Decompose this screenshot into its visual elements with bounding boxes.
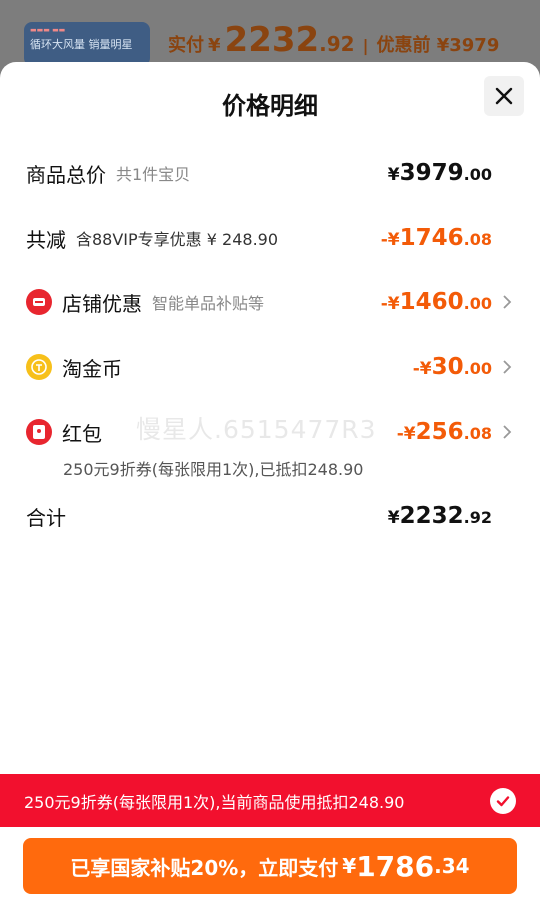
red-packet-icon <box>26 419 52 445</box>
row-shop-discount[interactable]: 店铺优惠 智能单品补贴等 -¥ 1460 .00 <box>26 287 512 317</box>
row-total-price: 商品总价 共1件宝贝 ¥ 3979 .00 <box>26 158 512 188</box>
amount-currency: ¥ <box>387 508 400 528</box>
check-icon[interactable] <box>490 787 516 814</box>
amount-currency: ¥ <box>387 165 400 185</box>
row-label: 合计 <box>26 505 66 530</box>
sheet-title: 价格明细 <box>222 92 318 120</box>
amount-decimal: .08 <box>463 230 492 249</box>
pay-button-integer: 1786 <box>356 849 435 883</box>
amount-integer: 30 <box>431 354 464 380</box>
pay-decimal: .92 <box>319 32 355 56</box>
amount-integer: 1746 <box>399 225 464 251</box>
amount-decimal: .00 <box>463 294 492 313</box>
amount: -¥ 256 .08 <box>397 419 492 445</box>
coupon-selection-bar[interactable]: 250元9折券(每张限用1次),当前商品使用抵扣248.90 <box>0 774 540 827</box>
amount: -¥ 1746 .08 <box>381 225 492 251</box>
amount-currency: -¥ <box>412 359 432 379</box>
amount-decimal: .00 <box>463 165 492 184</box>
amount-integer: 1460 <box>399 289 464 315</box>
separator: | <box>362 36 369 55</box>
chevron-right-icon <box>496 425 512 439</box>
shop-icon <box>26 289 52 315</box>
price-detail-sheet: 价格明细 商品总价 共1件宝贝 ¥ 3979 .00 共减 含88VIP专享优惠… <box>0 62 540 916</box>
pay-currency: ¥ <box>208 35 221 56</box>
row-label: 店铺优惠 <box>62 291 142 316</box>
watermark: 慢星人.6515477R3 <box>136 415 377 444</box>
pay-integer: 2232 <box>224 20 320 60</box>
row-sub: 含88VIP专享优惠 ¥ 248.90 <box>76 230 279 249</box>
row-sum: 合计 ¥ 2232 .92 <box>26 501 512 531</box>
row-label: 共减 <box>26 227 66 252</box>
pay-now-button[interactable]: 已享国家补贴20%，立即支付 ¥ 1786 .34 <box>23 838 517 894</box>
row-label: 商品总价 <box>26 162 106 187</box>
row-total-reduction: 共减 含88VIP专享优惠 ¥ 248.90 -¥ 1746 .08 <box>26 223 512 253</box>
close-icon <box>495 87 513 105</box>
amount-integer: 256 <box>415 419 464 445</box>
row-label: 淘金币 <box>62 356 122 381</box>
thumbnail-text: 循环大风量 销量明星 <box>30 38 133 51</box>
amount-decimal: .08 <box>463 424 492 443</box>
chevron-right-icon <box>496 360 512 374</box>
amount-decimal: .00 <box>463 359 492 378</box>
pay-button-decimal: .34 <box>434 854 470 878</box>
amount: ¥ 2232 .92 <box>388 503 492 529</box>
amount-currency: -¥ <box>380 294 400 314</box>
red-packet-note: 250元9折券(每张限用1次),已抵扣248.90 <box>63 460 364 479</box>
pay-label: 实付 <box>168 35 204 56</box>
pay-button-text: 已享国家补贴20%，立即支付 <box>70 855 339 880</box>
amount-currency: -¥ <box>396 424 416 444</box>
row-sub: 共1件宝贝 <box>116 165 191 184</box>
amount-currency: -¥ <box>380 230 400 250</box>
chevron-right-icon <box>496 295 512 309</box>
row-sub: 智能单品补贴等 <box>152 294 265 313</box>
amount-decimal: .92 <box>463 508 492 527</box>
coupon-bar-text: 250元9折券(每张限用1次),当前商品使用抵扣248.90 <box>24 792 405 812</box>
amount-integer: 2232 <box>399 503 464 529</box>
amount-integer: 3979 <box>399 160 464 186</box>
product-thumbnail: ▬▬▬ ▬▬ 循环大风量 销量明星 <box>24 22 150 66</box>
background-pay-summary: 实付 ¥ 2232 .92 | 优惠前 ¥3979 <box>168 20 499 60</box>
amount: ¥ 3979 .00 <box>388 160 492 186</box>
before-discount-label: 优惠前 ¥3979 <box>376 35 500 56</box>
amount: -¥ 30 .00 <box>413 354 492 380</box>
amount: -¥ 1460 .00 <box>381 289 492 315</box>
close-button[interactable] <box>484 76 524 116</box>
pay-button-currency: ¥ <box>342 854 357 878</box>
coin-icon <box>26 354 52 380</box>
row-label: 红包 <box>62 421 102 446</box>
row-taojinbi[interactable]: 淘金币 -¥ 30 .00 <box>26 352 512 382</box>
